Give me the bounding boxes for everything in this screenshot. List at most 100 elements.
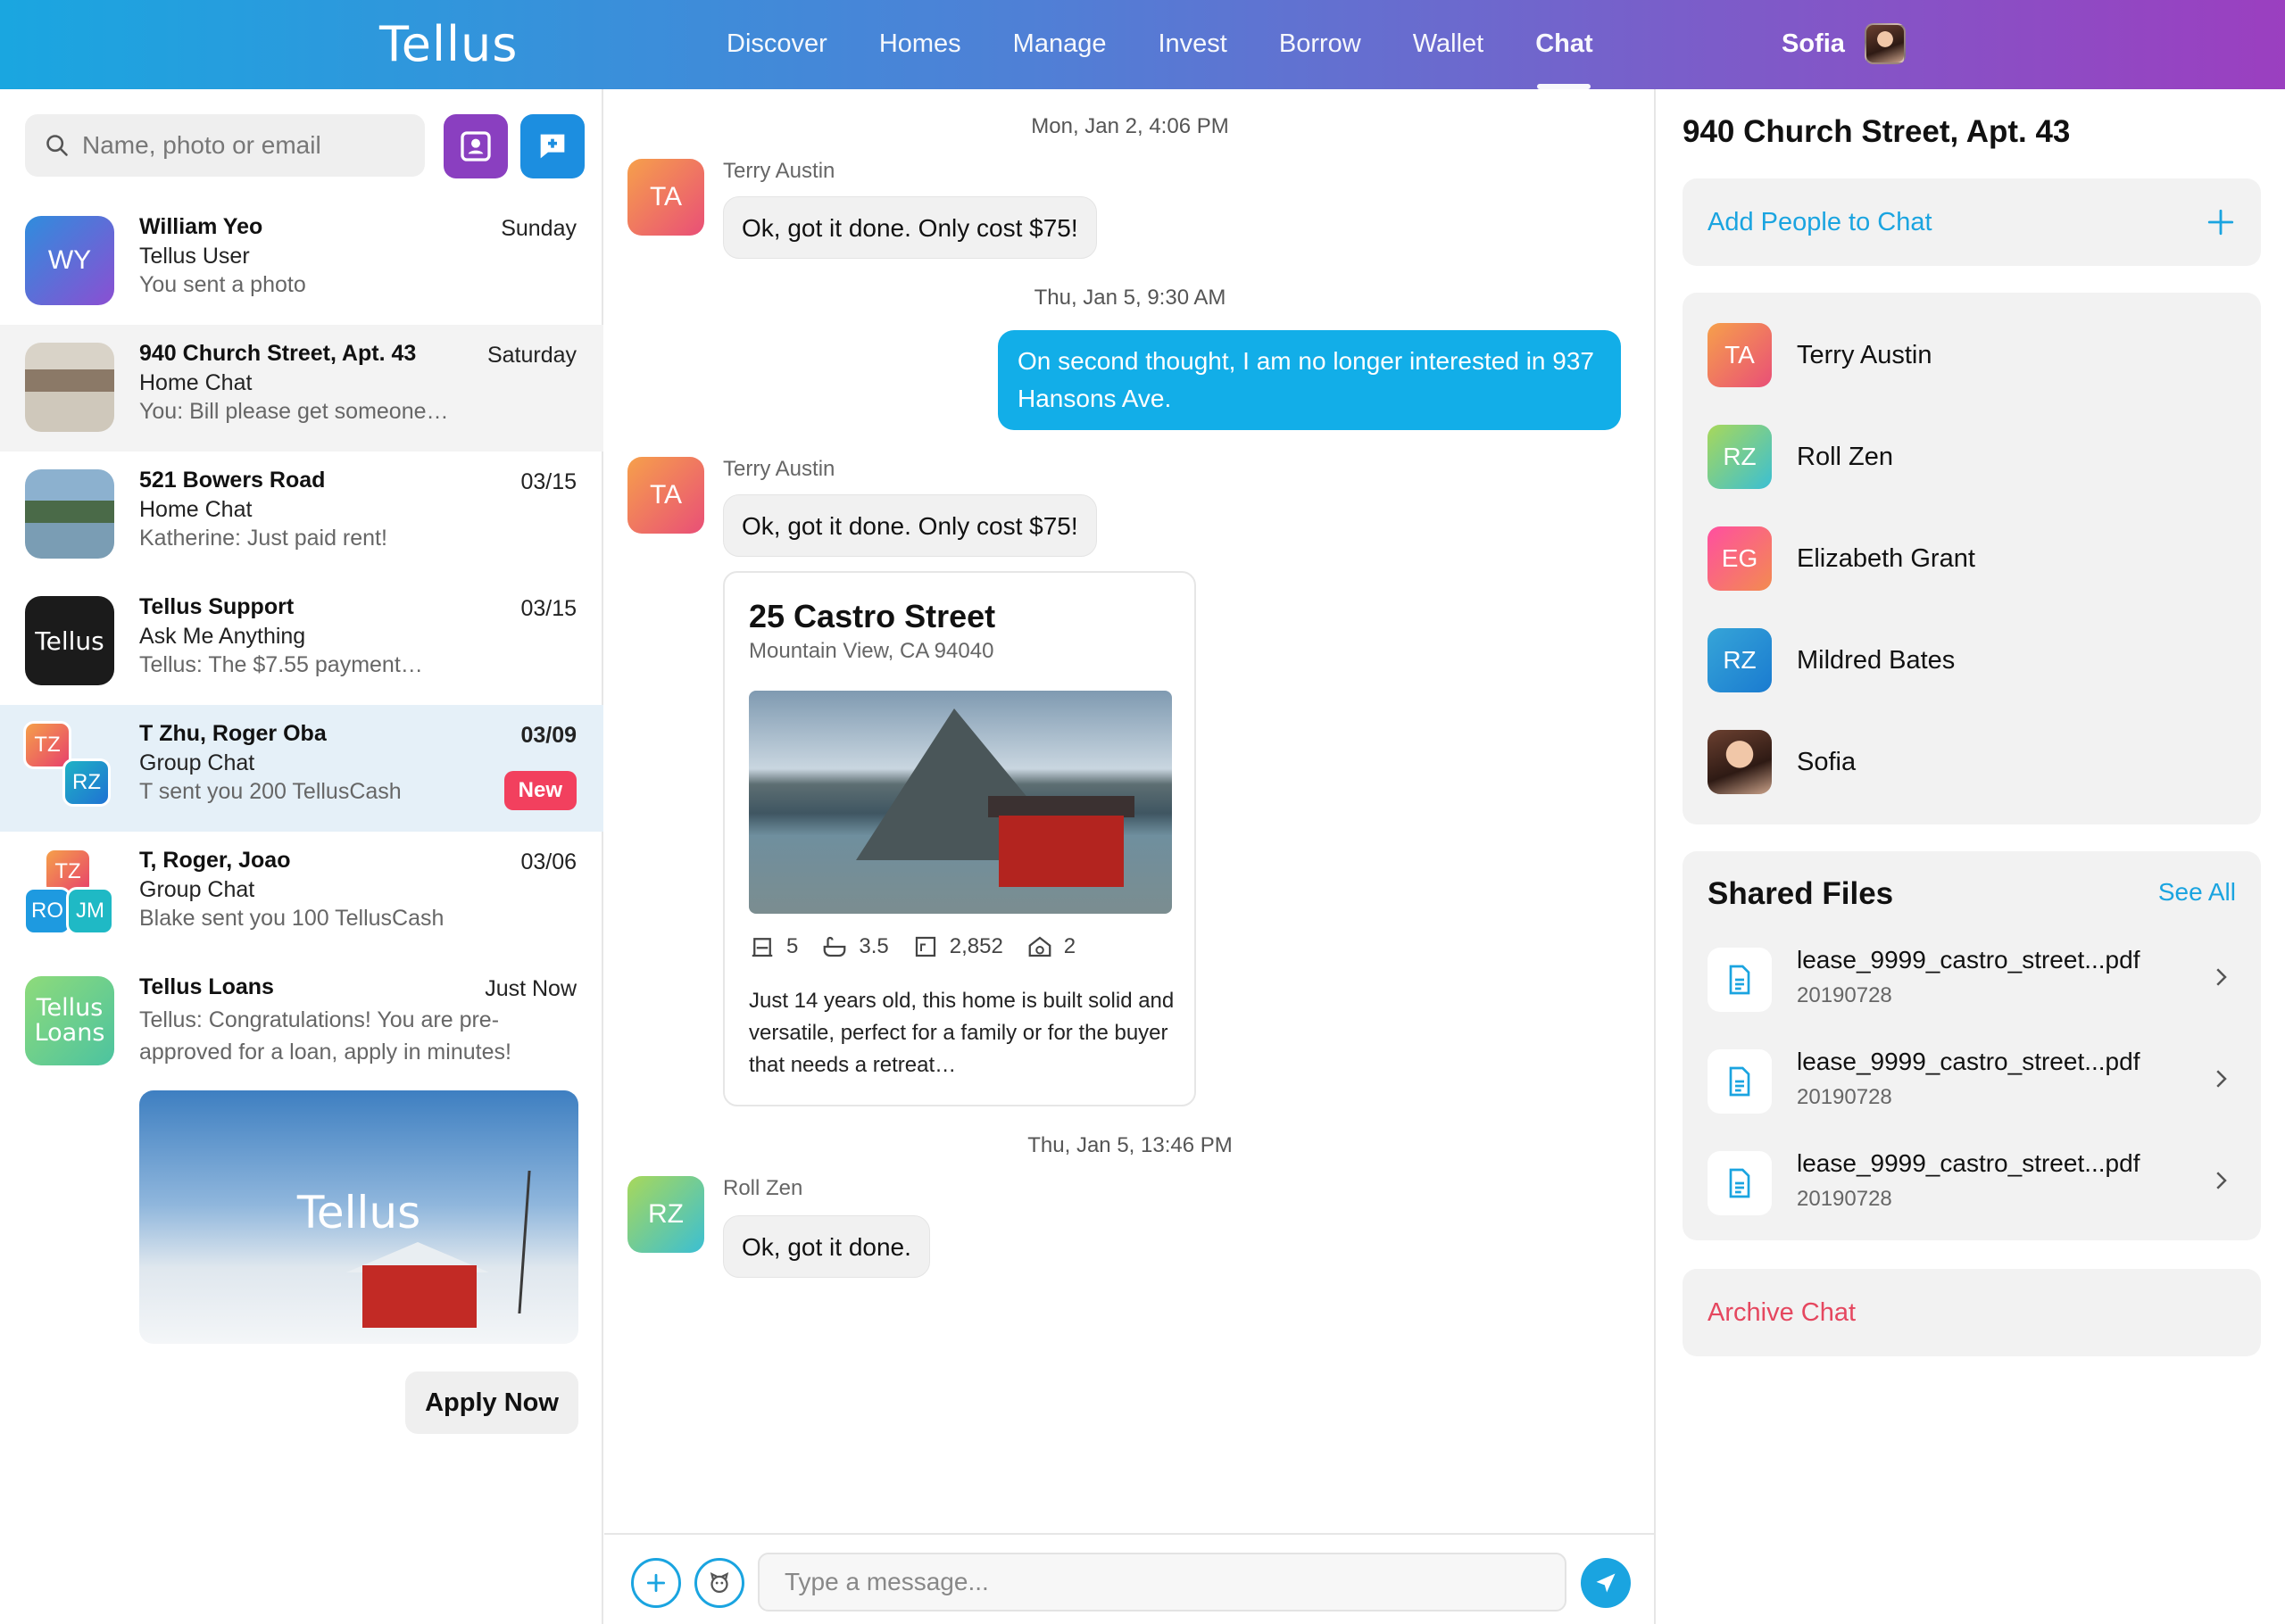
- file-item[interactable]: lease_9999_castro_street...pdf 20190728: [1708, 1046, 2243, 1117]
- conversation-item[interactable]: Tellus Tellus Support Ask Me Anything Te…: [0, 578, 603, 705]
- conversation-preview: You: Bill please get someone…: [139, 399, 449, 424]
- chat-thread: Mon, Jan 2, 4:06 PM TA Terry Austin Ok, …: [604, 89, 1656, 1624]
- conversation-date: Just Now: [485, 976, 577, 1001]
- garage-icon: [1028, 936, 1051, 957]
- file-date: 20190728: [1797, 1187, 1892, 1211]
- apply-now-button[interactable]: Apply Now: [405, 1371, 578, 1434]
- new-chat-button[interactable]: [520, 114, 585, 178]
- participant-item[interactable]: TA Terry Austin: [1708, 323, 1932, 387]
- plus-icon: [2207, 209, 2234, 236]
- participants-list: TA Terry Austin RZ Roll Zen EG Elizabeth…: [1683, 293, 2261, 824]
- avatar: TA: [627, 457, 704, 534]
- conversation-date: 03/15: [520, 469, 577, 494]
- conversation-date: Sunday: [501, 216, 577, 241]
- nav-wallet[interactable]: Wallet: [1387, 0, 1510, 89]
- see-all-link[interactable]: See All: [2158, 878, 2236, 907]
- nav-borrow[interactable]: Borrow: [1253, 0, 1387, 89]
- chat-title: 940 Church Street, Apt. 43: [1683, 114, 2071, 149]
- conversation-subtitle: Home Chat: [139, 497, 253, 522]
- loan-promo-image[interactable]: Tellus: [139, 1090, 578, 1344]
- avatar: RZ: [62, 758, 111, 807]
- file-item[interactable]: lease_9999_castro_street...pdf 20190728: [1708, 1148, 2243, 1219]
- home-photo: [25, 469, 114, 559]
- avatar: JM: [66, 887, 114, 935]
- chevron-right-icon: [2216, 1172, 2227, 1189]
- message-timestamp: Thu, Jan 5, 13:46 PM: [1027, 1133, 1233, 1157]
- conversation-item[interactable]: 940 Church Street, Apt. 43 Home Chat You…: [0, 325, 603, 452]
- sticker-icon: [710, 1571, 729, 1594]
- listing-photo: [749, 691, 1172, 914]
- file-name: lease_9999_castro_street...pdf: [1797, 1048, 2140, 1075]
- participant-item[interactable]: RZ Mildred Bates: [1708, 628, 1955, 692]
- send-button[interactable]: [1581, 1558, 1631, 1608]
- conversation-date: 03/15: [520, 596, 577, 621]
- avatar: RO: [23, 887, 71, 935]
- conversation-date: 03/06: [520, 849, 577, 874]
- main-nav: Discover Homes Manage Invest Borrow Wall…: [701, 0, 1619, 89]
- search-placeholder: Name, photo or email: [82, 131, 321, 159]
- sender-name: Terry Austin: [723, 457, 835, 481]
- participant-item[interactable]: RZ Roll Zen: [1708, 425, 1893, 489]
- garage-count: 2: [1063, 934, 1076, 958]
- conversation-subtitle: Group Chat: [139, 877, 255, 902]
- bath-icon: [823, 936, 846, 957]
- nav-manage[interactable]: Manage: [987, 0, 1133, 89]
- message-composer: Type a message...: [604, 1533, 1656, 1624]
- nav-invest[interactable]: Invest: [1132, 0, 1252, 89]
- conversation-item[interactable]: 521 Bowers Road Home Chat Katherine: Jus…: [0, 452, 603, 578]
- tellus-logo[interactable]: Tellus: [379, 16, 518, 72]
- listing-title: 25 Castro Street: [749, 598, 996, 634]
- participant-item[interactable]: Sofia: [1708, 730, 1856, 794]
- conversation-item[interactable]: WY William Yeo Tellus User You sent a ph…: [0, 198, 603, 325]
- shared-files-panel: Shared Files See All lease_9999_castro_s…: [1683, 851, 2261, 1240]
- message-timestamp: Mon, Jan 2, 4:06 PM: [1031, 114, 1229, 138]
- plus-icon: [646, 1573, 666, 1593]
- contacts-button[interactable]: [444, 114, 508, 178]
- conversation-item[interactable]: TZ RO JM T, Roger, Joao Group Chat Blake…: [0, 832, 603, 958]
- avatar: RZ: [627, 1176, 704, 1253]
- nav-homes[interactable]: Homes: [853, 0, 987, 89]
- conversation-item[interactable]: TZ RZ T Zhu, Roger Oba Group Chat T sent…: [0, 705, 603, 832]
- participant-name: Elizabeth Grant: [1797, 543, 1975, 573]
- conversation-preview: Tellus: The $7.55 payment…: [139, 652, 423, 677]
- conversation-item[interactable]: Tellus Loans Tellus Loans Tellus: Congra…: [0, 958, 603, 1092]
- nav-chat[interactable]: Chat: [1509, 0, 1618, 89]
- file-name: lease_9999_castro_street...pdf: [1797, 946, 2140, 974]
- sender-name: Roll Zen: [723, 1176, 803, 1200]
- nav-discover[interactable]: Discover: [701, 0, 853, 89]
- beds-count: 5: [786, 934, 799, 958]
- document-icon: [1708, 1151, 1772, 1215]
- user-avatar: [1864, 23, 1906, 64]
- bed-icon: [752, 938, 773, 957]
- attach-button[interactable]: [631, 1558, 681, 1608]
- file-item[interactable]: lease_9999_castro_street...pdf 20190728: [1708, 944, 2243, 1015]
- avatar: TA: [1708, 323, 1772, 387]
- shared-files-title: Shared Files: [1708, 876, 1894, 911]
- conversation-preview: Katherine: Just paid rent!: [139, 526, 387, 551]
- my-message-bubble: On second thought, I am no longer intere…: [998, 330, 1621, 430]
- document-icon: [1708, 948, 1772, 1012]
- file-name: lease_9999_castro_street...pdf: [1797, 1149, 2140, 1177]
- message-bubble: Ok, got it done.: [723, 1215, 930, 1278]
- user-name: Sofia: [1782, 29, 1845, 58]
- archive-chat-button[interactable]: Archive Chat: [1683, 1269, 2261, 1356]
- conversation-date: Saturday: [486, 343, 577, 368]
- sqft-value: 2,852: [949, 934, 1003, 958]
- listing-address: Mountain View, CA 94040: [749, 639, 994, 663]
- participant-item[interactable]: EG Elizabeth Grant: [1708, 526, 1975, 591]
- add-people-button[interactable]: Add People to Chat: [1683, 178, 2261, 266]
- tellus-avatar: Tellus: [25, 596, 114, 685]
- search-input[interactable]: Name, photo or email: [25, 114, 425, 177]
- sticker-button[interactable]: [694, 1558, 744, 1608]
- listing-description: Just 14 years old, this home is built so…: [749, 989, 1175, 1077]
- search-icon: [46, 135, 68, 156]
- message-input[interactable]: Type a message...: [758, 1553, 1566, 1612]
- conversation-preview: Tellus: Congratulations! You are pre-app…: [139, 1007, 511, 1065]
- contact-card-icon: [461, 131, 491, 162]
- user-menu[interactable]: Sofia: [1782, 23, 1906, 64]
- conversation-preview: T sent you 200 TellusCash: [139, 779, 402, 804]
- listing-card[interactable]: 25 Castro Street Mountain View, CA 94040…: [723, 571, 1196, 1106]
- participant-name: Terry Austin: [1797, 340, 1932, 369]
- home-photo: [25, 343, 114, 432]
- avatar: RZ: [1708, 425, 1772, 489]
